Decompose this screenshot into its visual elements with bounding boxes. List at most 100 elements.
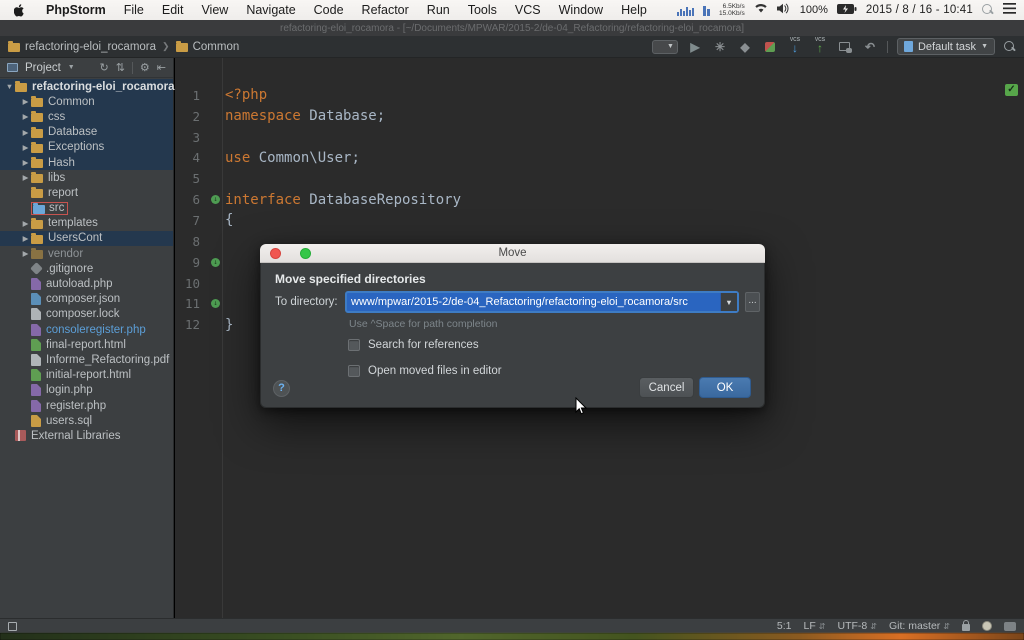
breadcrumb-project[interactable]: refactoring-eloi_rocamora <box>8 41 156 53</box>
tree-item-final-report-html[interactable]: final-report.html <box>0 337 173 352</box>
menubar-item-window[interactable]: Window <box>559 3 603 17</box>
tree-collapse-icon[interactable]: ▶ <box>20 112 31 121</box>
wifi-icon[interactable] <box>754 3 768 17</box>
battery-icon[interactable] <box>837 4 857 17</box>
directory-path-value[interactable]: www/mpwar/2015-2/de-04_Refactoring/refac… <box>347 293 720 311</box>
settings-gear-icon[interactable]: ⚙ <box>140 61 150 74</box>
spotlight-search-icon[interactable] <box>982 4 994 16</box>
tree-item-vendor[interactable]: ▶vendor <box>0 246 173 261</box>
implemented-marker-icon[interactable]: ↓ <box>211 195 220 204</box>
tree-item-informe-refactoring-pdf[interactable]: Informe_Refactoring.pdf <box>0 352 173 367</box>
toolwindow-toggle-icon[interactable] <box>8 622 17 631</box>
tree-item-composer-json[interactable]: composer.json <box>0 292 173 307</box>
menubar-item-navigate[interactable]: Navigate <box>246 3 295 17</box>
tree-item-css[interactable]: ▶css <box>0 109 173 124</box>
tree-expand-icon[interactable]: ▼ <box>4 82 15 91</box>
tree-item-refactoring-eloi-rocamora[interactable]: ▼refactoring-eloi_rocamora( <box>0 79 173 94</box>
menubar-item-edit[interactable]: Edit <box>162 3 184 17</box>
tree-collapse-icon[interactable]: ▶ <box>20 97 31 106</box>
menubar-item-help[interactable]: Help <box>621 3 647 17</box>
event-log-bubble-icon[interactable] <box>1004 622 1016 631</box>
run-icon[interactable]: ▶ <box>687 39 703 55</box>
tree-item-login-php[interactable]: login.php <box>0 383 173 398</box>
tree-item-initial-report-html[interactable]: initial-report.html <box>0 368 173 383</box>
git-branch-widget[interactable]: Git: master⇵ <box>889 620 950 632</box>
tree-collapse-icon[interactable]: ▶ <box>20 219 31 228</box>
tree-collapse-icon[interactable]: ▶ <box>20 249 31 258</box>
combobox-dropdown-icon[interactable]: ▼ <box>720 293 737 311</box>
tree-item-report[interactable]: report <box>0 185 173 200</box>
memory-meter-icon[interactable] <box>703 5 710 16</box>
menubar-item-run[interactable]: Run <box>427 3 450 17</box>
tree-item--gitignore[interactable]: .gitignore <box>0 261 173 276</box>
default-task-combo[interactable]: Default task ▼ <box>897 38 995 55</box>
menubar-item-vcs[interactable]: VCS <box>515 3 541 17</box>
rollback-icon[interactable]: ↶ <box>862 39 878 55</box>
tree-item-database[interactable]: ▶Database <box>0 125 173 140</box>
tree-item-userscont[interactable]: ▶UsersCont <box>0 231 173 246</box>
run-with-coverage-icon[interactable] <box>762 39 778 55</box>
menubar-item-tools[interactable]: Tools <box>468 3 497 17</box>
menubar-item-code[interactable]: Code <box>314 3 344 17</box>
tree-item-consoleregister-php[interactable]: consoleregister.php <box>0 322 173 337</box>
tree-item-composer-lock[interactable]: composer.lock <box>0 307 173 322</box>
volume-icon[interactable] <box>777 3 791 17</box>
tree-item-users-sql[interactable]: users.sql <box>0 413 173 428</box>
search-for-references-checkbox[interactable] <box>348 339 360 351</box>
tree-item-autoload-php[interactable]: autoload.php <box>0 276 173 291</box>
menubar-item-view[interactable]: View <box>201 3 228 17</box>
debug-icon[interactable]: ✳ <box>712 39 728 55</box>
menubar-app-name[interactable]: PhpStorm <box>46 3 106 17</box>
encoding-widget[interactable]: UTF-8⇵ <box>838 620 877 632</box>
tree-collapse-icon[interactable]: ▶ <box>20 128 31 137</box>
browse-directory-button[interactable]: ... <box>745 292 760 312</box>
notification-center-icon[interactable] <box>1003 3 1016 17</box>
vcs-update-icon[interactable]: ↓VCS <box>787 39 803 55</box>
open-moved-files-checkbox[interactable] <box>348 365 360 377</box>
implemented-marker-icon[interactable]: ↓ <box>211 258 220 267</box>
menubar-item-file[interactable]: File <box>124 3 144 17</box>
apple-menu-icon[interactable] <box>14 4 25 17</box>
tree-collapse-icon[interactable]: ▶ <box>20 143 31 152</box>
chevron-down-icon[interactable]: ▼ <box>68 64 75 71</box>
checkbox-label[interactable]: Open moved files in editor <box>368 365 502 377</box>
cancel-button[interactable]: Cancel <box>639 377 694 398</box>
tree-item-register-php[interactable]: register.php <box>0 398 173 413</box>
tree-item-external-libraries[interactable]: External Libraries <box>0 428 173 443</box>
to-directory-combobox[interactable]: www/mpwar/2015-2/de-04_Refactoring/refac… <box>345 291 739 313</box>
run-config-combo[interactable]: ▼ <box>652 40 678 54</box>
breadcrumb-common[interactable]: Common <box>176 41 240 53</box>
tree-item-common[interactable]: ▶Common <box>0 94 173 109</box>
network-speed[interactable]: 6.5Kb/s15.0Kb/s <box>719 3 745 17</box>
readonly-lock-icon[interactable] <box>962 624 970 631</box>
menubar-item-refactor[interactable]: Refactor <box>362 3 409 17</box>
line-ending-widget[interactable]: LF⇵ <box>804 620 826 632</box>
cpu-meter-icon[interactable] <box>677 5 694 16</box>
tree-item-templates[interactable]: ▶templates <box>0 216 173 231</box>
dialog-titlebar[interactable]: Move <box>260 244 765 263</box>
checkbox-label[interactable]: Search for references <box>368 339 479 351</box>
hide-panel-icon[interactable]: ⇤ <box>157 61 166 74</box>
sync-icon[interactable]: ↻ <box>99 61 108 74</box>
caret-position-widget[interactable]: 5:1 <box>777 620 792 632</box>
tree-item-src[interactable]: src <box>0 201 173 216</box>
ok-button[interactable]: OK <box>699 377 751 398</box>
search-everywhere-icon[interactable] <box>1004 41 1016 53</box>
tree-item-libs[interactable]: ▶libs <box>0 170 173 185</box>
tree-collapse-icon[interactable]: ▶ <box>20 158 31 167</box>
tree-item-exceptions[interactable]: ▶Exceptions <box>0 140 173 155</box>
project-panel-title[interactable]: Project <box>25 62 61 74</box>
implemented-marker-icon[interactable]: ↓ <box>211 299 220 308</box>
help-button[interactable]: ? <box>273 380 290 397</box>
collapse-all-icon[interactable]: ⇅ <box>116 61 125 74</box>
zoom-window-button[interactable] <box>300 248 311 259</box>
menubar-clock[interactable]: 2015 / 8 / 16 - 10:41 <box>866 4 973 16</box>
close-window-button[interactable] <box>270 248 281 259</box>
tree-collapse-icon[interactable]: ▶ <box>20 234 31 243</box>
vcs-changes-icon[interactable] <box>837 39 853 55</box>
tree-collapse-icon[interactable]: ▶ <box>20 173 31 182</box>
highlighting-level-icon[interactable] <box>982 621 992 631</box>
vcs-commit-icon[interactable]: ↑VCS <box>812 39 828 55</box>
coverage-icon[interactable]: ◆ <box>737 39 753 55</box>
tree-item-hash[interactable]: ▶Hash <box>0 155 173 170</box>
